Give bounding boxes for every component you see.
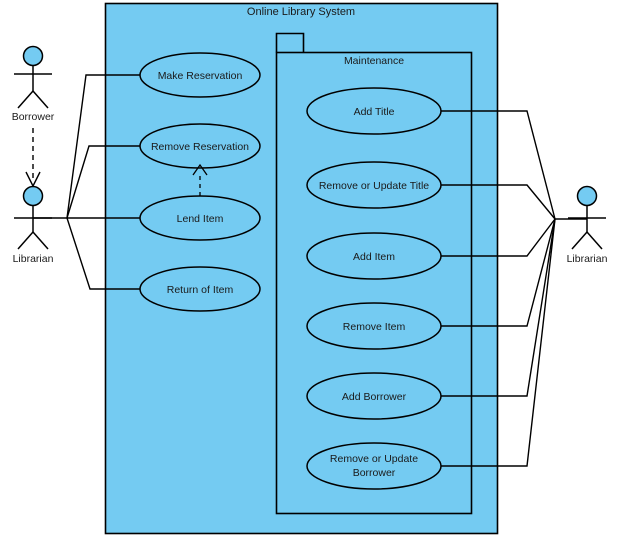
- use-case-make-reservation[interactable]: Make Reservation: [139, 52, 261, 98]
- use-case-add-borrower[interactable]: Add Borrower: [306, 372, 442, 420]
- actor-label: Librarian: [567, 253, 608, 265]
- use-case-ellipse: [306, 442, 442, 490]
- use-case-label-line2: Borrower: [353, 467, 396, 479]
- use-case-label: Lend Item: [177, 213, 224, 225]
- use-case-add-title[interactable]: Add Title: [306, 87, 442, 135]
- actor-librarian-left[interactable]: Librarian: [13, 185, 54, 266]
- actor-leg-right-line: [586, 231, 603, 250]
- package-tab: [275, 32, 305, 53]
- use-case-remove-or-update-borrower[interactable]: Remove or Update Borrower: [306, 442, 442, 490]
- actor-generalization-borrower-to-librarian: [25, 128, 41, 188]
- use-case-diagram-canvas: Online Library System Maintenance Make R…: [12, 2, 608, 535]
- actor-leg-left-line: [17, 90, 34, 109]
- use-case-label: Remove Item: [343, 321, 406, 333]
- actor-leg-left-line: [17, 231, 34, 250]
- use-case-return-of-item[interactable]: Return of Item: [139, 266, 261, 312]
- use-case-label: Return of Item: [167, 284, 234, 296]
- use-case-label: Add Borrower: [342, 391, 407, 403]
- actor-leg-right-line: [32, 231, 49, 250]
- actor-leg-left-line: [571, 231, 588, 250]
- use-case-lend-item[interactable]: Lend Item: [139, 195, 261, 241]
- use-case-label: Add Item: [353, 251, 395, 263]
- use-case-label: Make Reservation: [158, 70, 243, 82]
- use-case-remove-or-update-title[interactable]: Remove or Update Title: [306, 161, 442, 209]
- actor-head-icon: [576, 185, 598, 207]
- actor-librarian-right[interactable]: Librarian: [567, 185, 608, 266]
- actor-head-icon: [22, 185, 44, 207]
- use-case-remove-item[interactable]: Remove Item: [306, 302, 442, 350]
- actor-borrower[interactable]: Borrower: [12, 45, 55, 124]
- use-case-label-line1: Remove or Update: [330, 453, 418, 465]
- use-case-label: Remove or Update Title: [319, 180, 429, 192]
- system-title: Online Library System: [247, 6, 355, 18]
- use-case-label: Add Title: [354, 106, 395, 118]
- use-case-remove-reservation[interactable]: Remove Reservation: [139, 123, 261, 169]
- actor-label: Borrower: [12, 111, 55, 123]
- actor-head-icon: [22, 45, 44, 67]
- package-title: Maintenance: [344, 55, 404, 67]
- actor-leg-right-line: [32, 90, 49, 109]
- actor-label: Librarian: [13, 253, 54, 265]
- use-case-add-item[interactable]: Add Item: [306, 232, 442, 280]
- use-case-label: Remove Reservation: [151, 141, 249, 153]
